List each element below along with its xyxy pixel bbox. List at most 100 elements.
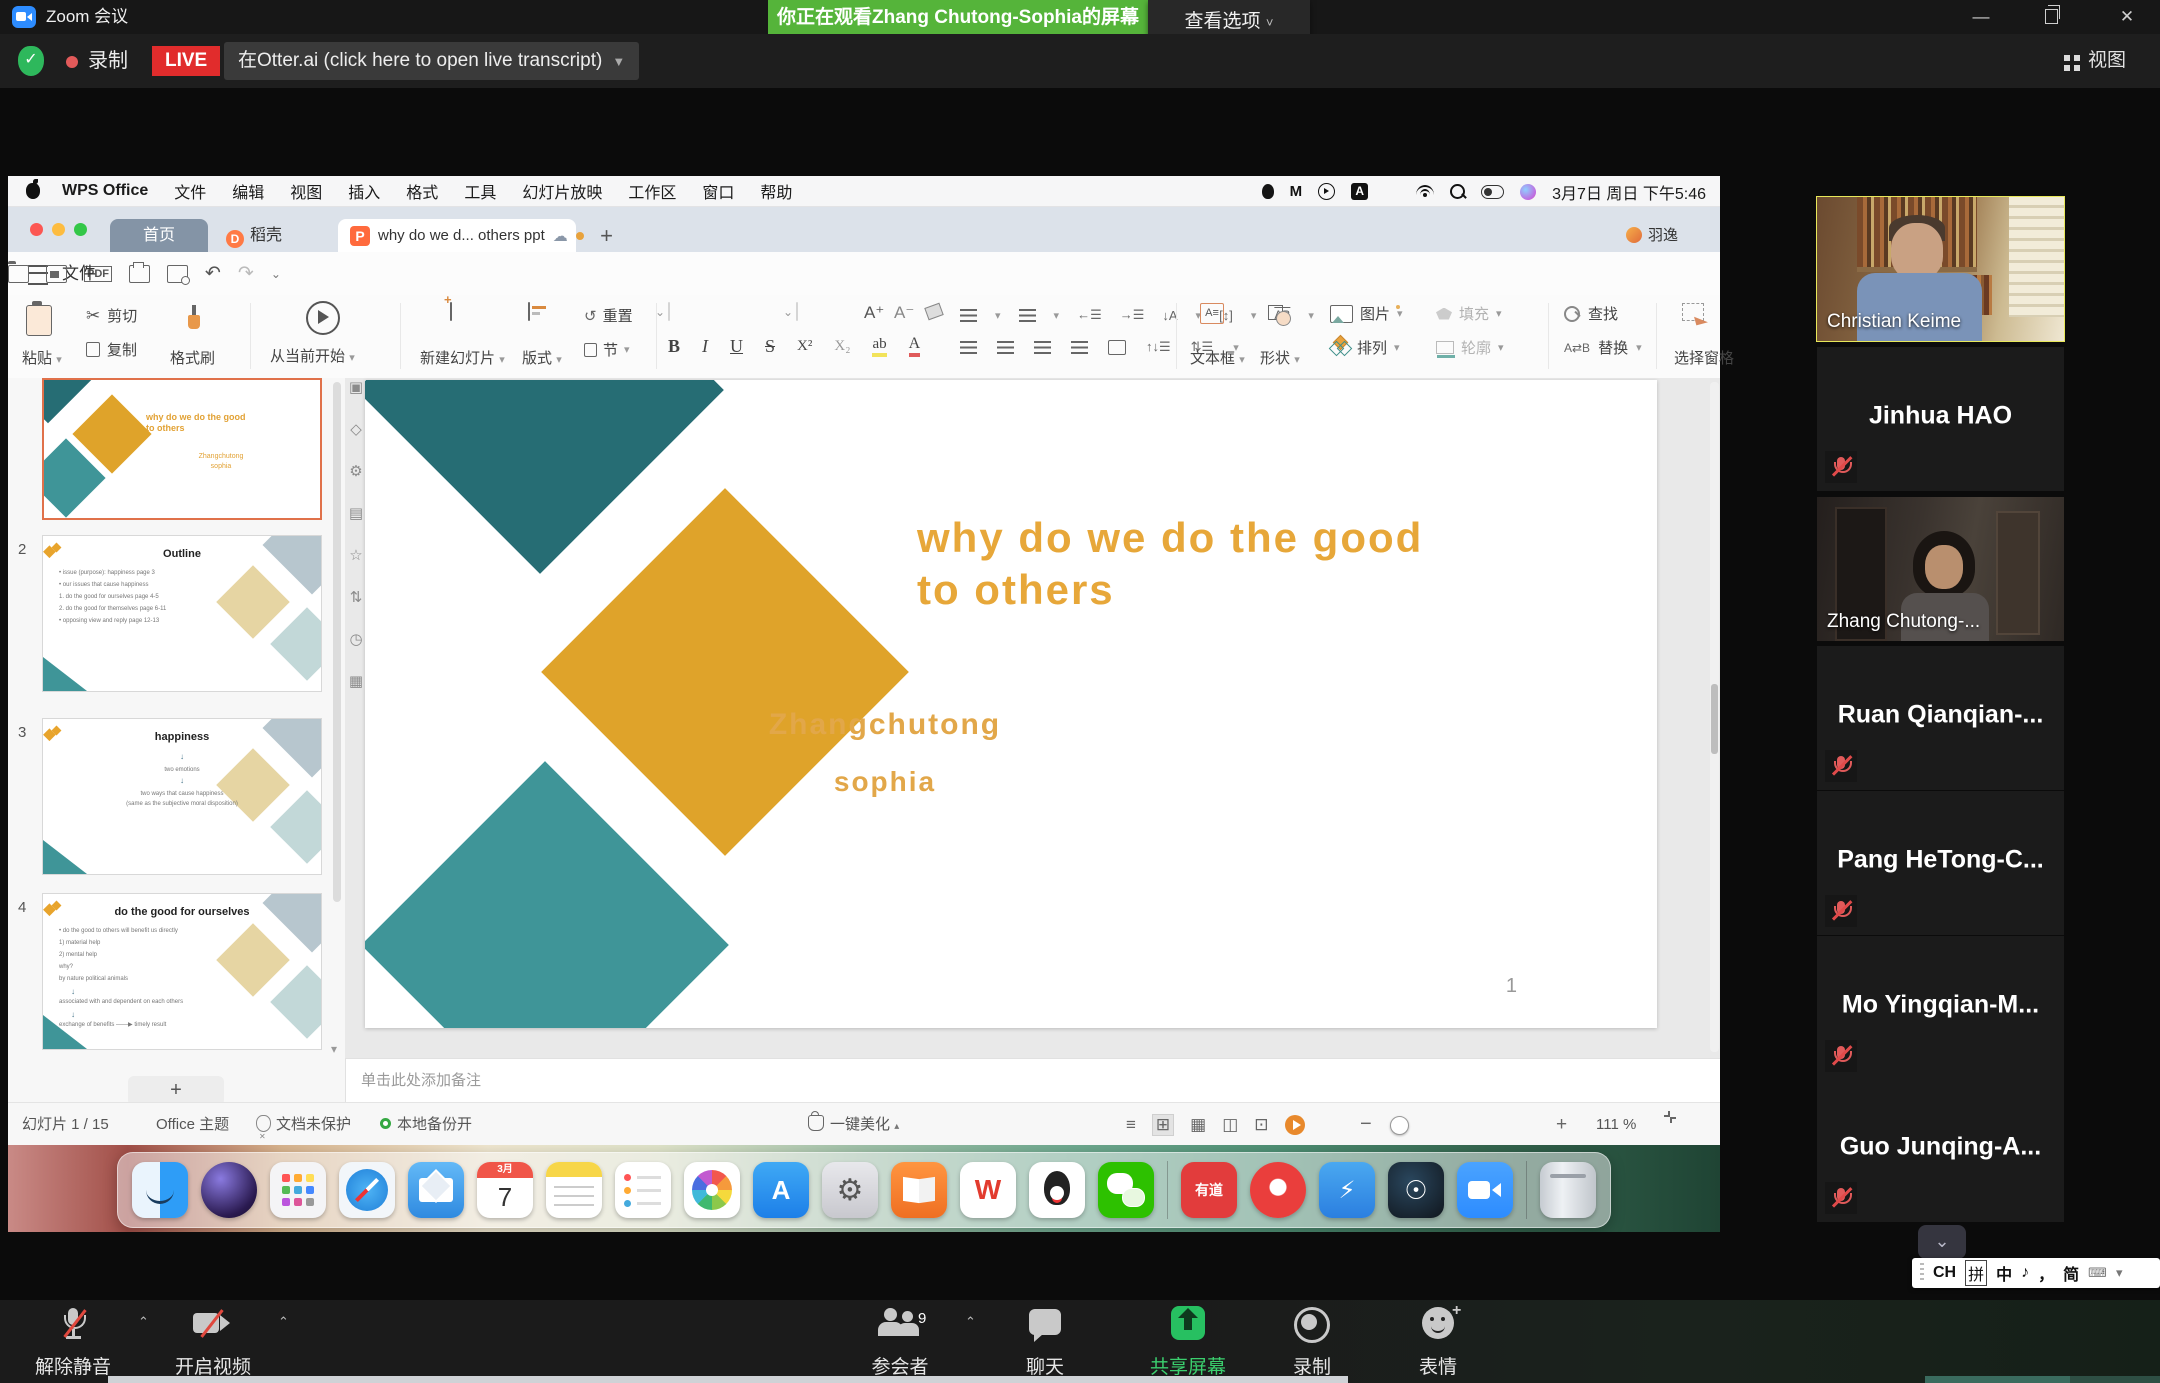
ime-char-1[interactable]: 拼 [1965,1260,1987,1286]
collapse-participants-button[interactable]: ⌄ [1918,1225,1966,1259]
grid-panel-icon[interactable]: ▦ [349,672,363,690]
settings-panel-icon[interactable]: ⚙ [349,462,362,480]
decrease-font-button[interactable]: A⁻ [894,303,914,323]
fill-panel-icon[interactable]: ◇ [350,420,362,438]
vertical-spacing-icon[interactable]: ↑↓☰ [1146,339,1171,355]
dock-finder-icon[interactable] [132,1162,188,1218]
account-label[interactable]: 羽逸 [1626,219,1678,252]
ime-expand-icon[interactable]: ▾ [2116,1265,2123,1281]
font-name-select[interactable] [668,302,670,321]
dock-steam-icon[interactable]: ☉ [1388,1162,1444,1218]
favorites-icon[interactable]: ☆ [349,546,362,564]
history-icon[interactable]: ◷ [349,630,362,648]
slide-title[interactable]: why do we do the goodto others [917,512,1517,616]
slide-thumbnail-3[interactable]: happiness↓two emotions↓two ways that cau… [42,718,322,875]
dock-calendar-icon[interactable]: 3月7 [477,1162,533,1218]
zoom-in-button[interactable]: + [1556,1103,1567,1146]
backup-status[interactable]: 本地备份开 [380,1103,472,1146]
menubar-clock[interactable]: 3月7日 周日 下午5:46 [1552,180,1706,204]
tab-document[interactable]: P why do we d... others ppt ☁ [338,219,576,252]
menubar-item-9[interactable]: 帮助 [760,185,792,202]
dock-reminders-icon[interactable] [615,1162,671,1218]
numbered-list-icon[interactable] [1019,309,1036,322]
side-tool-strip[interactable]: ▣ ◇ ⚙ ▤ ☆ ⇅ ◷ ▦ [345,378,367,690]
slide-thumbnail-2[interactable]: Outline• issue (purpose): happiness page… [42,535,322,692]
superscript-button[interactable]: X² [797,338,812,355]
notes-toggle-icon[interactable]: ≡ [1126,1115,1136,1135]
slide-editor[interactable]: why do we do the goodto others Zhangchut… [365,380,1657,1028]
picture-button[interactable]: 图片▾ [1330,303,1403,324]
sorter-view-icon[interactable]: ▦ [1190,1115,1206,1135]
dock-wechat-icon[interactable] [1098,1162,1154,1218]
menubar-app-name[interactable]: WPS Office [62,182,148,200]
tab-home[interactable]: 首页 [110,219,208,252]
slide-author-line2[interactable]: sophia [735,766,1035,798]
participant-tile-5[interactable]: Mo Yingqian-M... [1817,936,2064,1080]
decrease-indent-icon[interactable]: ←☰ [1077,307,1102,323]
layers-icon[interactable]: ▤ [349,504,363,522]
layout-button[interactable]: 版式 ▾ [520,303,522,320]
malwarebytes-icon[interactable]: M [1290,183,1303,200]
menubar-item-3[interactable]: 插入 [348,185,380,202]
ime-char-5[interactable]: 简 [2063,1261,2079,1285]
menubar-item-4[interactable]: 格式 [406,185,438,202]
slideshow-play-icon[interactable] [1285,1115,1305,1135]
menubar-item-2[interactable]: 视图 [290,185,322,202]
video-options-caret[interactable]: ⌃ [278,1314,289,1330]
dock-trash-icon[interactable] [1540,1162,1596,1218]
dock-zoom-app-icon[interactable] [1457,1162,1513,1218]
ime-keyboard-icon[interactable]: ⌨ [2088,1265,2107,1281]
live-transcript-button[interactable]: 在Otter.ai (click here to open live trans… [224,42,639,80]
bold-button[interactable]: B [668,336,680,357]
strikethrough-button[interactable]: S [765,336,775,357]
dock-app-store-icon[interactable]: A [753,1162,809,1218]
protection-status[interactable]: 文档未保护 [256,1103,351,1146]
outline-button[interactable]: 轮廓▾ [1436,337,1504,358]
apple-logo-icon[interactable] [26,183,40,199]
cut-button[interactable]: ✂剪切 [86,305,137,326]
dock-sphere-icon[interactable] [201,1162,257,1218]
bullet-list-icon[interactable] [960,309,977,322]
menubar-item-8[interactable]: 窗口 [702,185,734,202]
file-menu[interactable]: 文件 [62,252,96,295]
highlight-button[interactable]: ab [872,336,886,357]
input-a-icon[interactable]: A [1351,183,1368,200]
beautify-button[interactable]: 一键美化 ▴ [808,1103,899,1146]
zoom-out-button[interactable]: − [1360,1103,1372,1146]
slide-thumbnail-1[interactable]: why do we do the goodto othersZhangchuto… [42,378,322,520]
qq-icon[interactable] [1262,184,1274,199]
dock-photos-icon[interactable] [684,1162,740,1218]
tab-docer[interactable]: D稻壳 [226,219,282,252]
normal-view-icon[interactable]: ⊞ [1152,1114,1174,1136]
ime-char-4[interactable]: ， [2038,1261,2054,1285]
increase-indent-icon[interactable]: →☰ [1120,307,1145,323]
mac-minimize-icon[interactable] [52,223,65,236]
zoom-percent[interactable]: 111 % [1596,1103,1636,1146]
participant-tile-1[interactable]: Jinhua HAO [1817,347,2064,491]
increase-font-button[interactable]: A⁺ [864,303,884,323]
participant-tile-2[interactable]: Zhang Chutong-... [1817,497,2064,641]
reading-view-icon[interactable]: ◫ [1222,1115,1238,1135]
panel-scrollbar[interactable]: ▾ [333,382,341,1022]
dock-qq-icon[interactable] [1029,1162,1085,1218]
redo-icon[interactable]: ↷ [238,262,254,285]
participant-tile-3[interactable]: Ruan Qianqian-... [1817,646,2064,790]
gallery-view-button[interactable]: 视图 [2064,34,2126,88]
minimize-button[interactable]: — [1958,0,2004,34]
undo-icon[interactable]: ↶ [205,262,221,285]
slide-canvas[interactable]: why do we do the goodto others Zhangchut… [345,378,1720,1058]
align-left-icon[interactable] [960,341,977,354]
menubar-item-5[interactable]: 工具 [464,185,496,202]
replace-button[interactable]: A⇄B替换▾ [1564,337,1642,358]
handout-view-icon[interactable]: ⊡ [1254,1115,1268,1135]
arrange-button[interactable]: 排列▾ [1330,337,1400,358]
search-icon[interactable] [1450,184,1465,199]
save-icon[interactable] [46,265,67,283]
mac-close-icon[interactable] [30,223,43,236]
justify-icon[interactable] [1071,341,1088,354]
dock-settings-icon[interactable]: ⚙ [822,1162,878,1218]
open-icon[interactable] [8,265,29,283]
maximize-button[interactable] [2028,0,2074,34]
menubar-item-7[interactable]: 工作区 [628,185,676,202]
font-size-select[interactable] [796,302,798,321]
